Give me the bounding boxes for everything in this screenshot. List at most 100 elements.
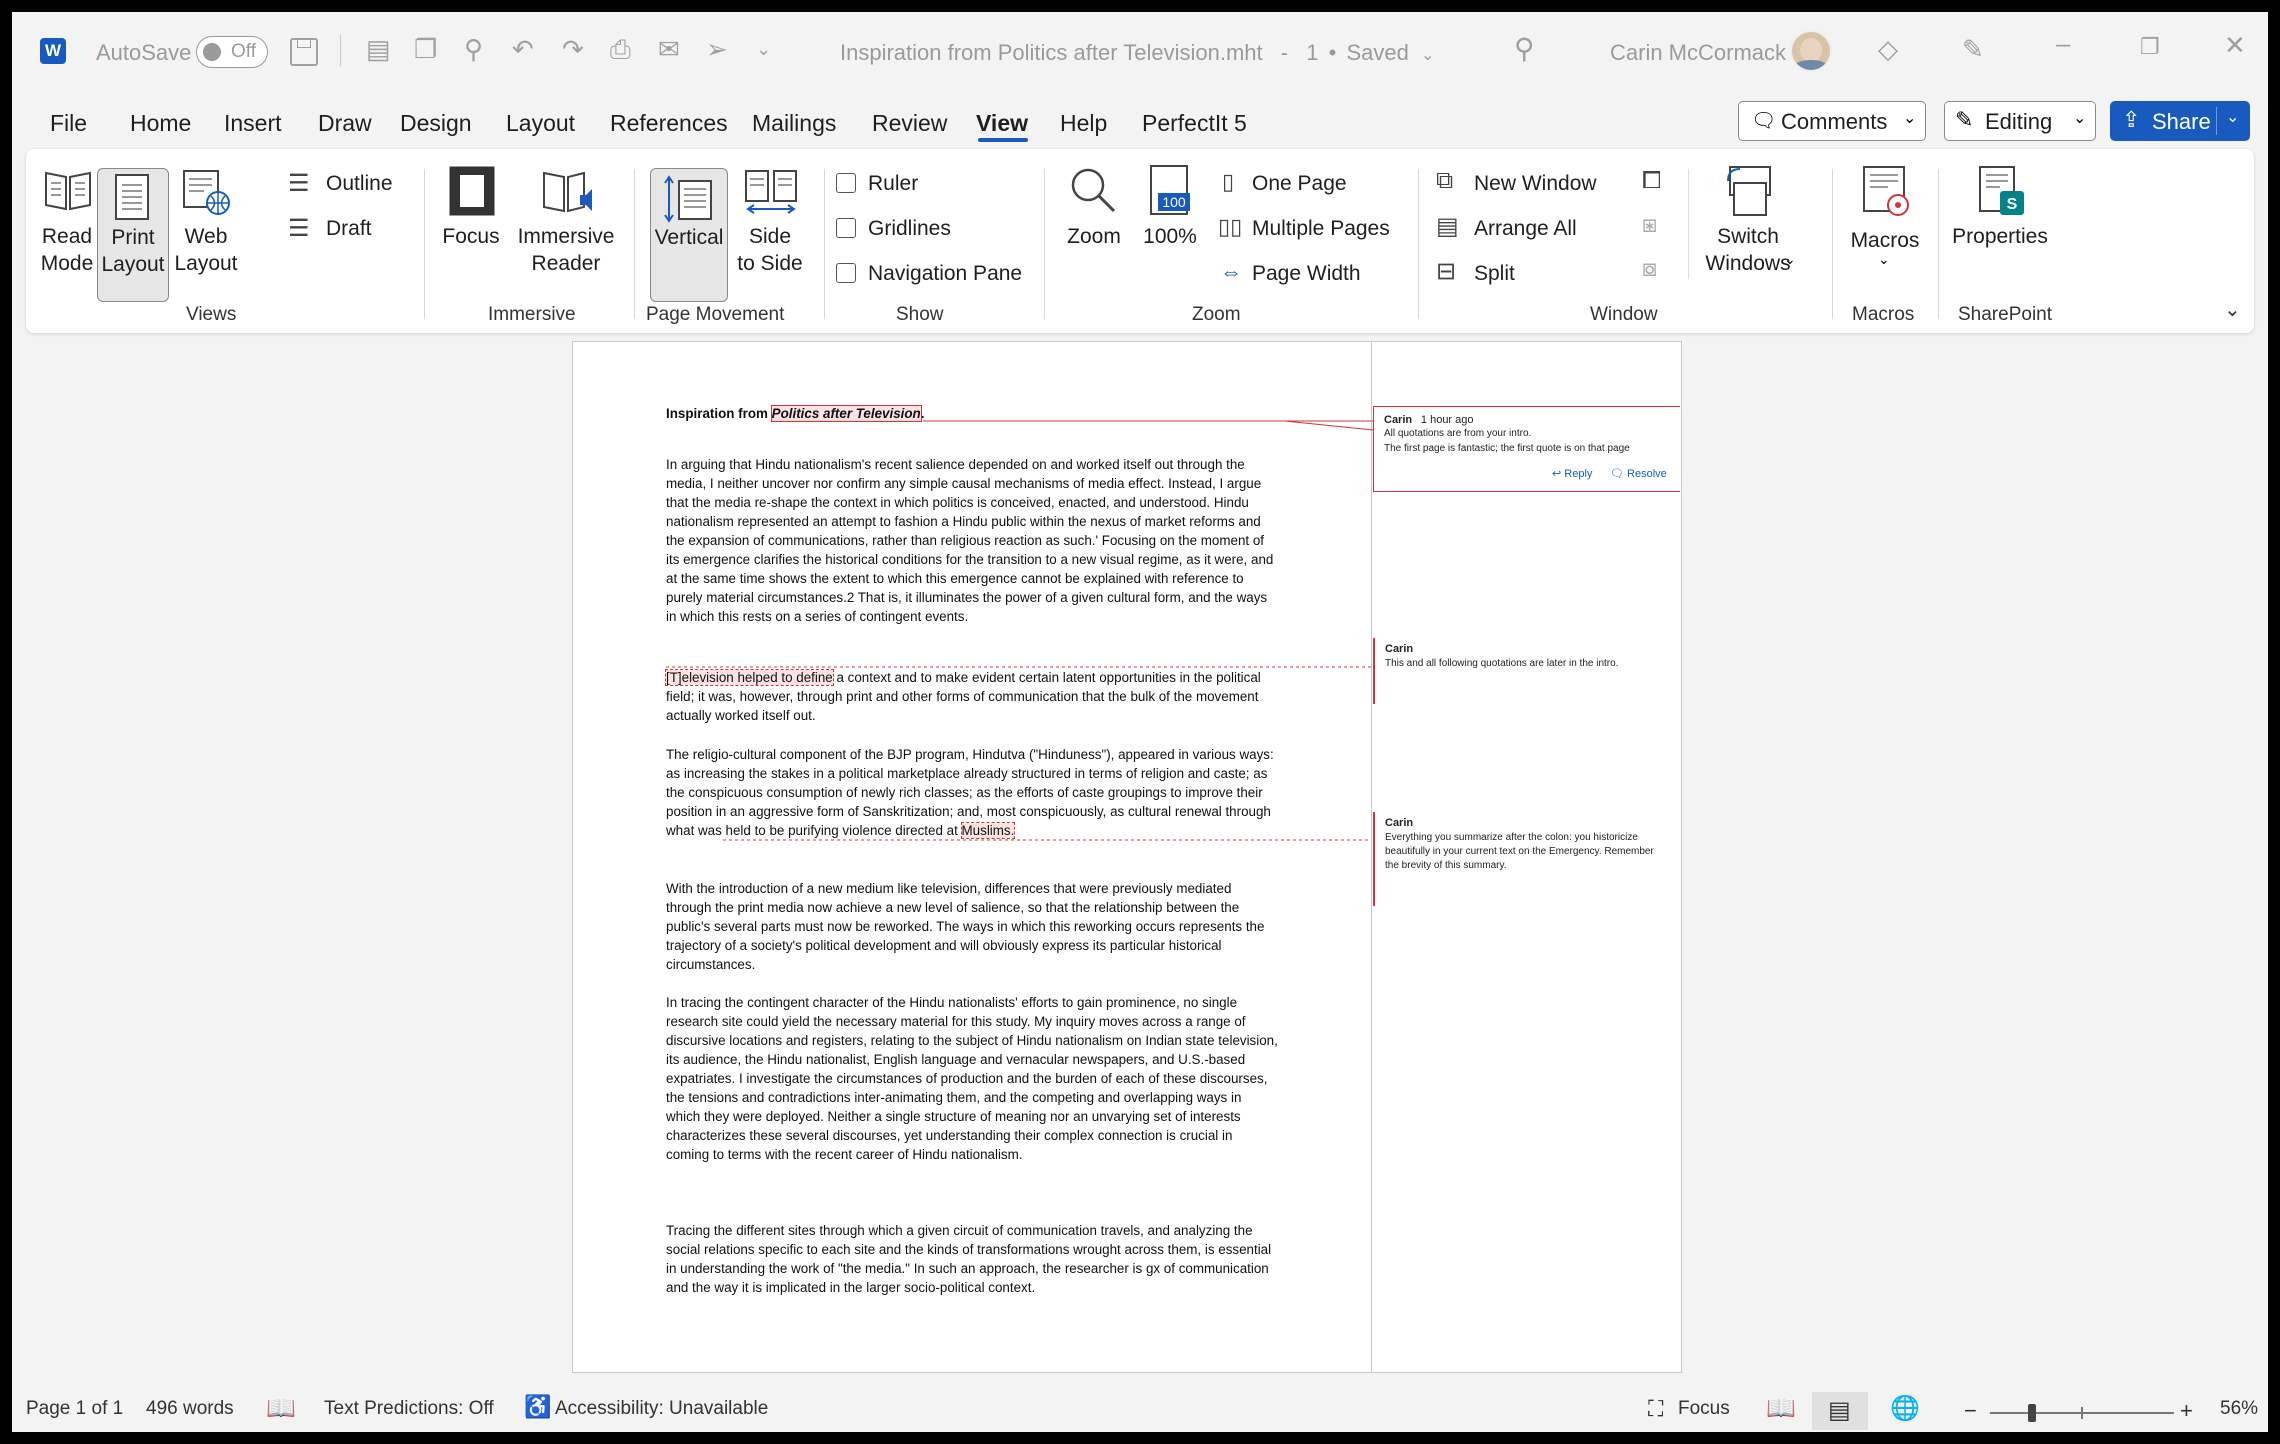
zoom-100-button[interactable]: 100 100% [1138,161,1202,289]
web-layout-button[interactable]: Web Layout [174,161,238,289]
svg-text:S: S [2007,196,2018,213]
tab-perfectit[interactable]: PerfectIt 5 [1142,110,1247,137]
print-layout-icon: ▤ [1828,1397,1851,1424]
tab-mailings[interactable]: Mailings [752,110,836,137]
word-count[interactable]: 496 words [146,1398,234,1420]
page-100-icon: 100 [1150,165,1190,215]
document-page[interactable]: Inspiration from Politics after Televisi… [572,341,1682,1373]
undo-icon[interactable]: ↶ [512,34,534,64]
status-bar: Page 1 of 1 496 words 📖 Text Predictions… [12,1392,2268,1432]
zoom-slider[interactable] [1990,1404,2174,1422]
chevron-down-icon: ⌄ [2073,110,2087,127]
resolve-button[interactable]: 🗨 Resolve [1610,467,1667,481]
proofing-icon[interactable]: 📖 [266,1394,296,1423]
autosave-label: AutoSave [96,40,192,65]
comment-card[interactable]: Carin 1 hour ago All quotations are from… [1373,406,1680,492]
paragraph[interactable]: Tracing the different sites through whic… [666,1221,1278,1297]
macros-button[interactable]: Macros ⌄ [1844,161,1926,301]
properties-button[interactable]: S Properties [1950,161,2050,289]
reply-button[interactable]: ↩ Reply [1552,467,1592,481]
print-icon[interactable]: ⎙ [610,34,631,64]
sharepoint-properties-icon: S [1979,166,2024,215]
comment-time: 1 hour ago [1420,414,1474,426]
paragraph[interactable]: [T]elevision helped to define a context … [665,668,1278,725]
close-icon[interactable]: ✕ [2224,30,2246,60]
word-logo-icon[interactable]: W [40,38,66,64]
active-tab-indicator [978,138,1028,142]
tab-layout[interactable]: Layout [506,110,575,137]
arrange-all-icon: ▤ [1436,213,1459,240]
zoom-button[interactable]: Zoom [1062,161,1126,289]
side-to-side-button[interactable]: Side to Side [732,161,808,289]
zoom-level[interactable]: 56% [2220,1398,2258,1420]
comment-card[interactable]: Carin Everything you summarize after the… [1373,812,1681,906]
switch-windows-button[interactable]: Switch Windows ⌄ [1696,161,1800,297]
read-mode-button[interactable]: Read Mode [38,161,96,289]
web-layout-icon[interactable]: 🌐 [1890,1394,1920,1423]
zoom-slider-center-tick [2081,1407,2083,1419]
tab-file[interactable]: File [50,110,87,137]
paragraph[interactable]: In tracing the contingent character of t… [666,993,1278,1164]
page-icon [115,174,149,220]
document-title[interactable]: Inspiration from Politics after Televisi… [840,40,1434,66]
tab-help[interactable]: Help [1060,110,1107,137]
synchronous-scrolling-icon[interactable]: ⧆ [1642,211,1657,239]
user-name[interactable]: Carin McCormack [1610,40,1786,66]
search-icon[interactable]: ⚲ [1514,34,1535,64]
tab-home[interactable]: Home [130,110,191,137]
focus-button[interactable]: Focus [440,161,502,289]
paragraph[interactable]: With the introduction of a new medium li… [666,879,1278,974]
save-icon[interactable] [290,38,318,66]
vertical-button[interactable]: Vertical [650,168,728,302]
customize-qat-icon[interactable]: ⌄ [756,34,771,64]
document-title[interactable]: Inspiration from Politics after Televisi… [666,404,1278,423]
new-window-icon: ⧉ [1436,167,1454,194]
restore-icon[interactable]: ❐ [2140,32,2160,62]
vertical-scroll-icon [664,175,712,223]
accessibility-icon: ♿ [524,1394,552,1419]
macros-icon [1863,166,1909,216]
collapse-ribbon-icon[interactable]: ⌄ [2224,297,2241,322]
chevron-down-icon: ⌄ [2226,109,2240,126]
minimize-icon[interactable]: – [2056,28,2070,58]
print-layout-button[interactable]: Print Layout [97,168,169,302]
zoom-in-button[interactable]: + [2180,1398,2193,1424]
globe-page-icon [183,170,230,215]
copy-doc-icon[interactable]: ❐ [414,34,437,64]
comment-card[interactable]: Carin This and all following quotations … [1373,638,1681,704]
tab-references[interactable]: References [610,110,728,137]
editing-button[interactable]: ✎ Editing ⌄ [1944,101,2096,141]
redo-icon[interactable]: ↷ [562,34,584,64]
immersive-reader-button[interactable]: Immersive Reader [516,161,616,289]
tab-review[interactable]: Review [872,110,947,137]
paragraph[interactable]: The religio-cultural component of the BJ… [666,745,1278,840]
comment-text: This and all following quotations are la… [1385,658,1619,669]
pen-icon[interactable]: ✎ [1962,34,1984,64]
form-icon[interactable]: ▤ [366,34,391,64]
diamond-icon[interactable]: ◇ [1878,34,1898,64]
comment-icon[interactable]: ✉ [658,34,680,64]
page-count[interactable]: Page 1 of 1 [26,1398,123,1420]
print-layout-view-button[interactable]: ▤ [1812,1392,1868,1430]
view-side-by-side-icon[interactable]: ⧠ [1642,167,1661,195]
tab-design[interactable]: Design [400,110,472,137]
avatar[interactable] [1790,30,1832,72]
immersive-reader-icon [543,171,592,213]
zoom-out-button[interactable]: − [1964,1398,1977,1424]
tab-view[interactable]: View [976,110,1028,137]
paragraph[interactable]: In arguing that Hindu nationalism's rece… [666,455,1278,626]
reset-window-position-icon[interactable]: ⧇ [1642,255,1657,283]
tab-insert[interactable]: Insert [224,110,282,137]
title-bar: W AutoSave Off ▤ ❐ ⚲ ↶ ↷ ⎙ ✉ ➢ ⌄ Inspira… [12,12,2268,80]
read-mode-icon[interactable]: 📖 [1766,1394,1796,1423]
text-predictions[interactable]: Text Predictions: Off [324,1398,494,1420]
tab-draw[interactable]: Draw [318,110,372,137]
find-icon[interactable]: ⚲ [464,34,483,64]
send-icon[interactable]: ➢ [706,34,728,64]
share-button[interactable]: ⇪ Share ⌄ [2110,101,2250,141]
comments-button[interactable]: 🗨 Comments ⌄ [1738,101,1926,141]
zoom-slider-thumb[interactable] [2028,1404,2036,1422]
autosave-toggle[interactable]: Off [196,36,268,68]
accessibility-status[interactable]: Accessibility: Unavailable [555,1398,768,1420]
share-icon: ⇪ [2122,107,2141,132]
